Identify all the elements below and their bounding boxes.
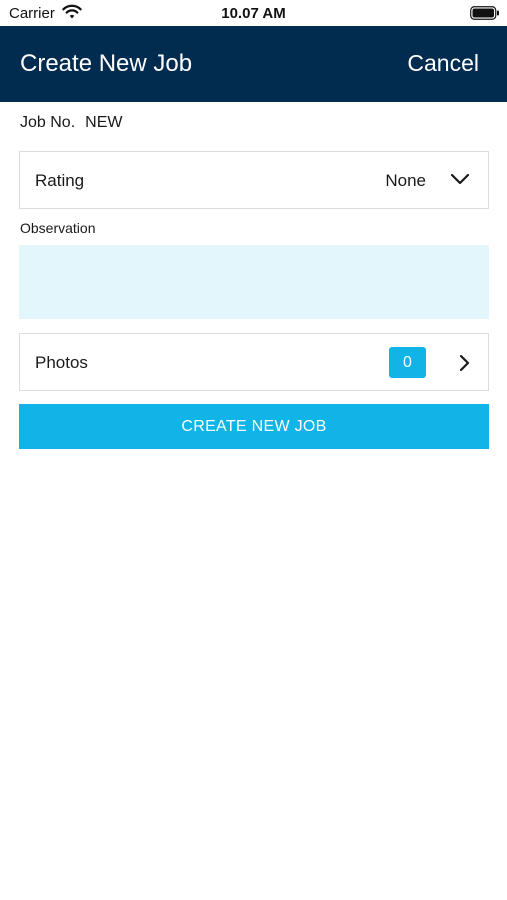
photos-row[interactable]: Photos 0: [19, 333, 489, 391]
observation-field[interactable]: [19, 245, 489, 319]
page-title: Create New Job: [20, 50, 193, 77]
photos-count-badge: 0: [389, 347, 426, 378]
battery-icon: [470, 6, 500, 20]
job-number-label: Job No.: [20, 114, 76, 131]
photos-label: Photos: [35, 353, 88, 372]
observation-label: Observation: [20, 220, 96, 236]
rating-select[interactable]: Rating None: [19, 151, 489, 209]
job-number: Job No. NEW: [20, 114, 122, 132]
job-number-value: NEW: [85, 114, 123, 131]
create-new-job-button[interactable]: CREATE NEW JOB: [19, 404, 489, 449]
status-time: 10.07 AM: [221, 5, 286, 22]
rating-value: None: [385, 171, 426, 190]
chevron-down-icon: [450, 172, 470, 186]
cancel-button[interactable]: Cancel: [407, 50, 479, 77]
rating-label: Rating: [35, 171, 85, 190]
chevron-right-icon: [458, 353, 470, 373]
status-bar: Carrier 10.07 AM: [0, 0, 507, 26]
nav-bar: Create New Job Cancel: [0, 26, 507, 102]
